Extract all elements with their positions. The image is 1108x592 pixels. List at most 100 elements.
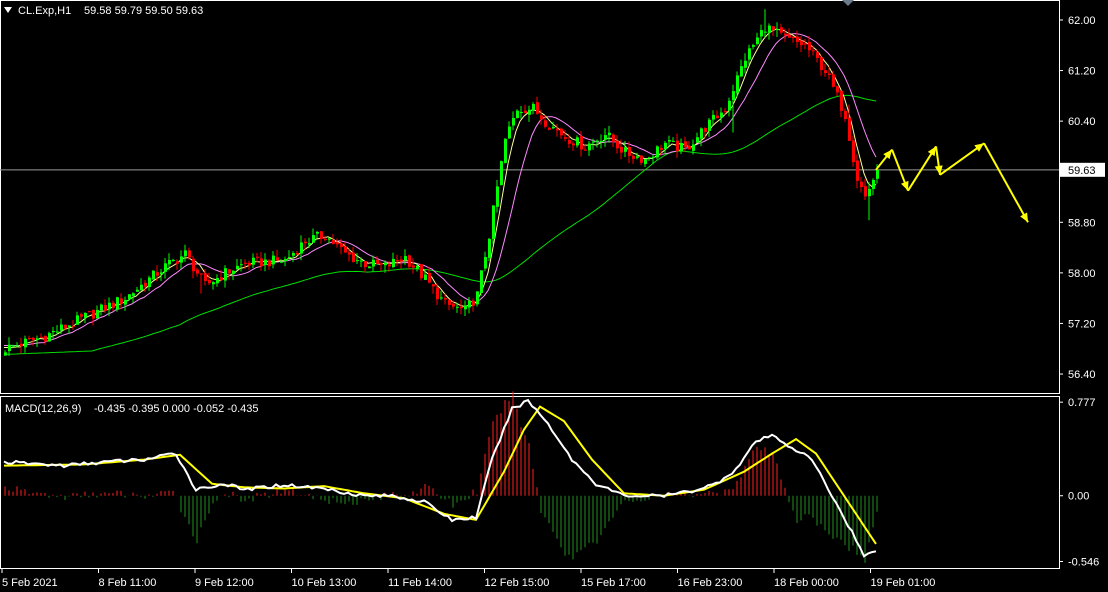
candle-body	[468, 300, 471, 308]
candle	[316, 230, 319, 239]
candle	[44, 335, 47, 345]
candle-body	[124, 299, 127, 305]
candle-body	[356, 260, 359, 262]
candle-body	[484, 257, 487, 269]
candle-body	[292, 253, 295, 256]
candle	[192, 255, 195, 279]
candle	[568, 134, 571, 149]
candle-body	[352, 252, 355, 262]
candle	[836, 85, 839, 97]
candle-body	[852, 140, 855, 163]
candle	[88, 310, 91, 313]
candle-body	[780, 27, 783, 33]
candle-body	[280, 261, 283, 263]
candle	[356, 253, 359, 264]
candle	[868, 182, 871, 221]
candle-body	[20, 343, 23, 347]
candle-body	[80, 314, 83, 317]
candle	[768, 23, 771, 40]
candle	[600, 134, 603, 149]
candle-body	[672, 140, 675, 142]
candle	[536, 96, 539, 115]
candle	[564, 130, 567, 142]
candle	[780, 23, 783, 35]
candle	[376, 256, 379, 264]
candle	[476, 291, 479, 307]
ma-fast-line	[4, 28, 877, 348]
candle-body	[676, 140, 679, 152]
candle	[724, 108, 727, 115]
macd-tick-label: 0.777	[1068, 397, 1096, 409]
candle-body	[16, 345, 19, 347]
candle	[640, 155, 643, 166]
candle-body	[644, 158, 647, 165]
candle	[260, 252, 263, 271]
time-tick-label: 8 Feb 11:00	[99, 577, 157, 589]
candle	[344, 242, 347, 253]
candle	[52, 326, 55, 339]
candle	[312, 228, 315, 243]
candle	[28, 335, 31, 340]
candle-body	[380, 263, 383, 265]
candle-body	[704, 128, 707, 132]
candle	[524, 104, 527, 114]
candle	[200, 273, 203, 294]
candle	[276, 249, 279, 262]
candle-body	[256, 256, 259, 258]
candle-body	[840, 90, 843, 111]
candle-body	[532, 104, 535, 111]
candle-body	[320, 231, 323, 239]
candle	[712, 110, 715, 126]
candle	[212, 281, 215, 290]
candle-body	[528, 109, 531, 115]
forecast-arrowhead	[974, 143, 984, 152]
candle-body	[668, 140, 671, 142]
candle-body	[440, 297, 443, 299]
candle-body	[184, 250, 187, 257]
candle-body	[788, 34, 791, 38]
trading-chart[interactable]: 62.00 61.20 60.40 59.63 58.80 58.00 57.20 56.40…	[0, 0, 1108, 592]
candle-body	[48, 333, 51, 342]
candle	[352, 247, 355, 263]
candle-body	[596, 140, 599, 142]
candle-body	[64, 324, 67, 329]
candle	[396, 254, 399, 266]
candle-body	[424, 274, 427, 280]
candle-body	[156, 272, 159, 276]
candle-body	[260, 258, 263, 267]
candle	[268, 258, 271, 270]
candle	[96, 305, 99, 319]
candle	[512, 111, 515, 131]
candle-body	[860, 181, 863, 188]
candle-body	[400, 259, 403, 262]
candle-body	[684, 141, 687, 147]
candle-body	[368, 266, 371, 269]
candle-body	[680, 142, 683, 152]
candle-body	[104, 305, 107, 311]
candle-body	[732, 91, 735, 101]
collapse-triangle-icon[interactable]	[4, 7, 12, 13]
price-tick-label: 61.20	[1068, 66, 1096, 78]
candle-body	[304, 241, 307, 244]
candle-body	[76, 315, 79, 325]
candle-body	[188, 250, 191, 258]
candle-body	[756, 37, 759, 45]
candle	[548, 126, 551, 131]
price-tick-label: 58.80	[1068, 217, 1096, 229]
candle	[408, 254, 411, 270]
candle-body	[88, 311, 91, 313]
macd-tick-label: 0.00	[1068, 491, 1089, 503]
candle	[140, 278, 143, 291]
candle-body	[140, 284, 143, 291]
candle	[100, 303, 103, 316]
candle-body	[276, 257, 279, 261]
candle-body	[44, 335, 47, 342]
candle	[760, 24, 763, 42]
candle-body	[340, 243, 343, 248]
candle-body	[108, 302, 111, 310]
candle-body	[448, 299, 451, 305]
candle-body	[408, 255, 411, 267]
candle	[168, 253, 171, 271]
candle-body	[568, 140, 571, 144]
scroll-marker-icon[interactable]	[842, 0, 854, 6]
